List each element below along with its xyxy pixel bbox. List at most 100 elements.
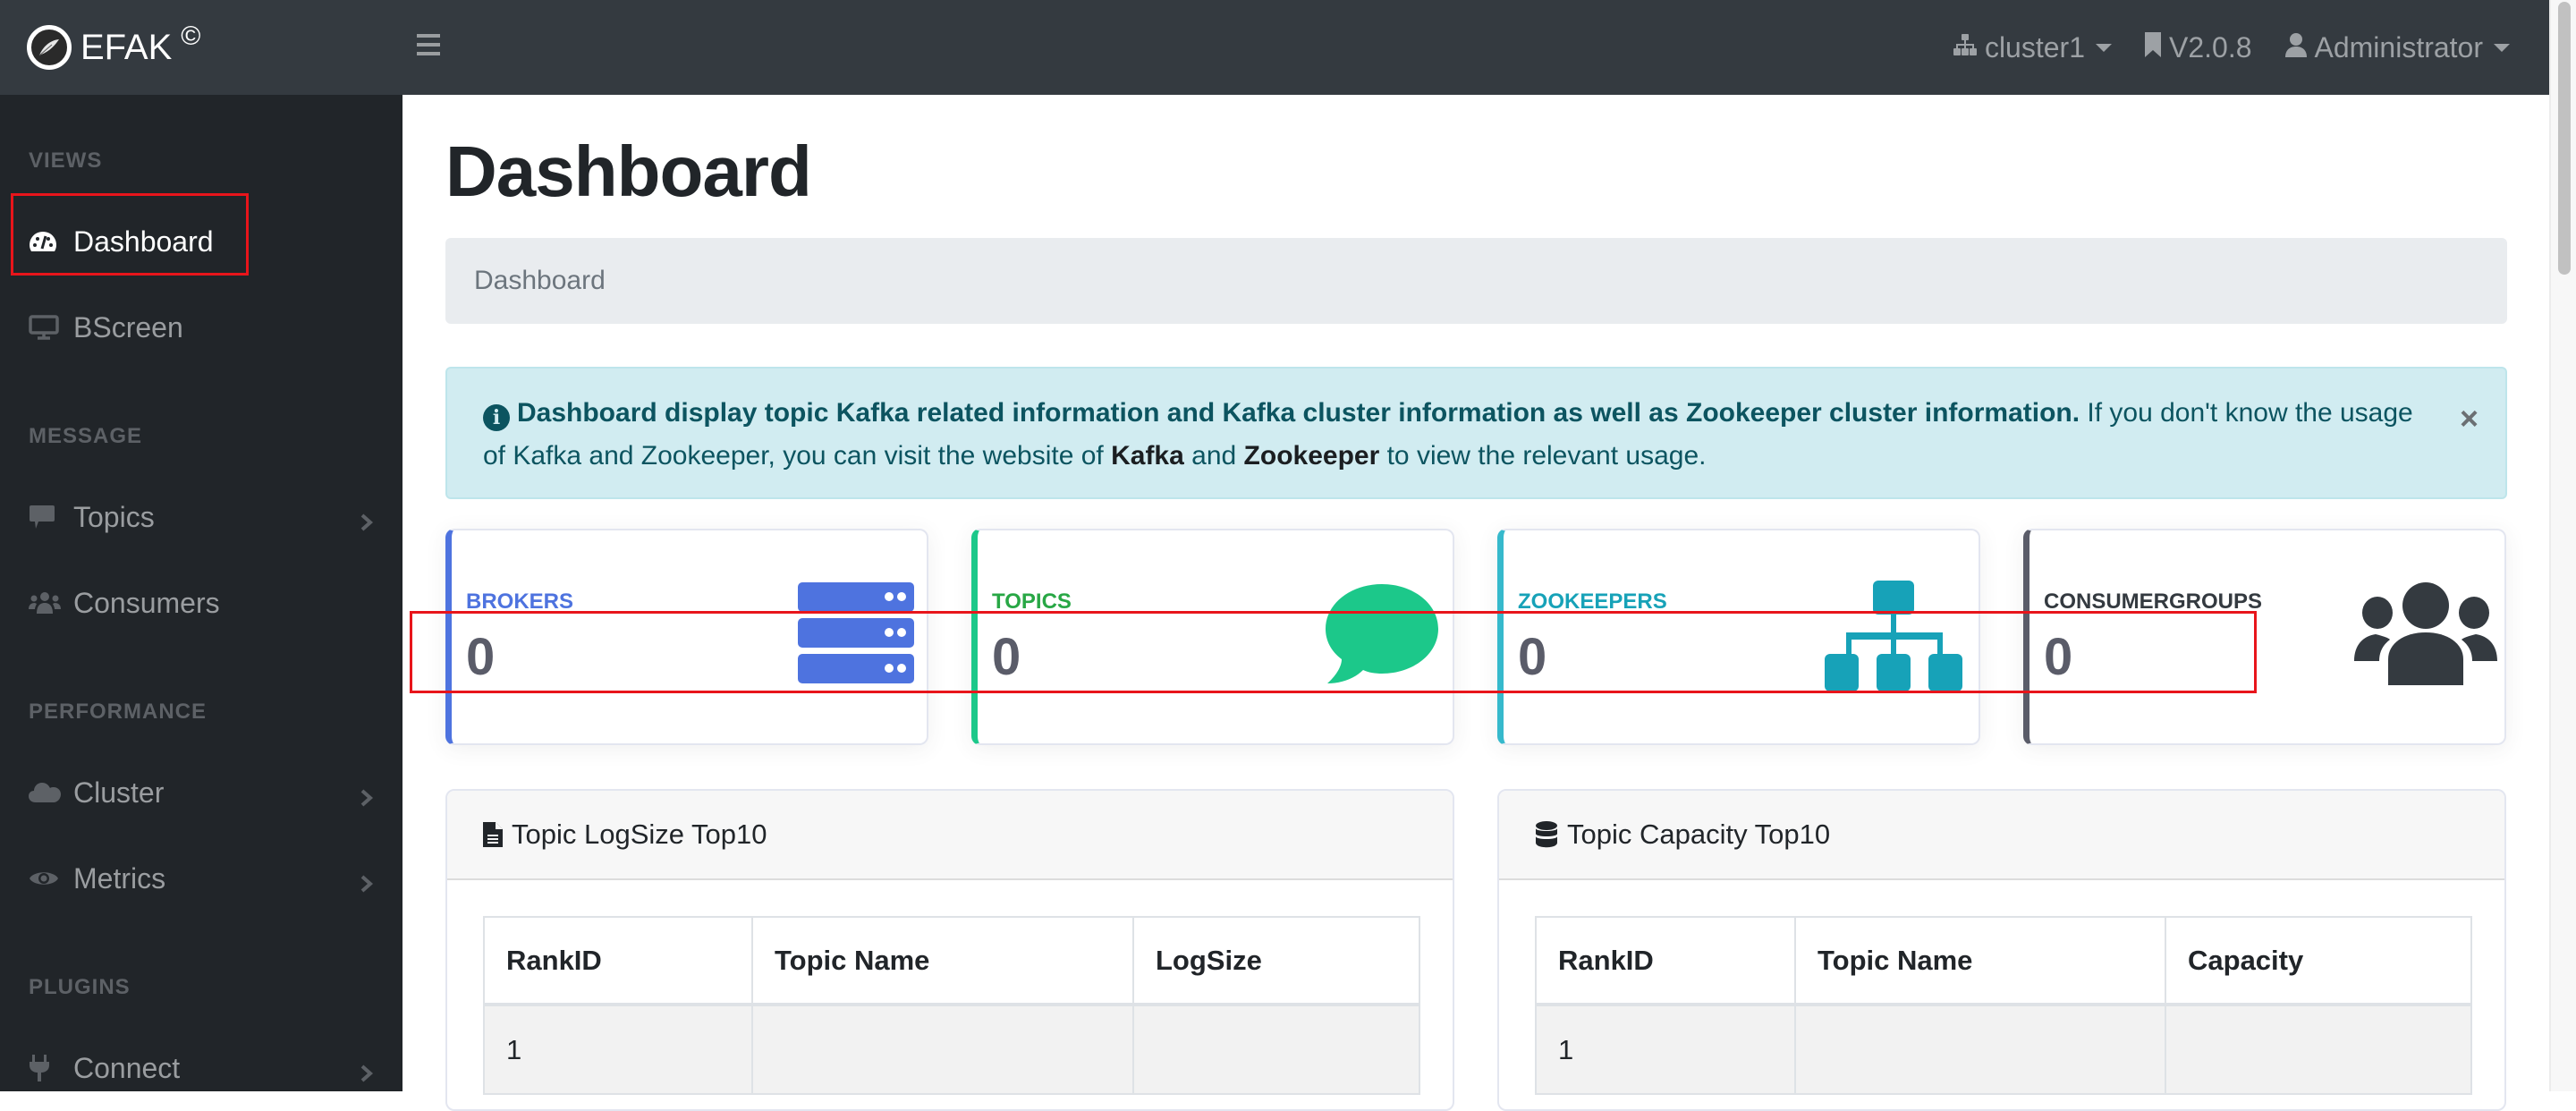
top-navbar: EFAK © cluster1 V2.0.8 Administrator [0,0,2549,95]
comment-icon [29,505,61,530]
stat-card-consumergroups[interactable]: CONSUMERGROUPS 0 [2023,529,2506,745]
stat-card-topics[interactable]: TOPICS 0 [971,529,1454,745]
brand-name: EFAK [80,27,173,67]
panel-topic-logsize: Topic LogSize Top10 RankID Topic Name Lo… [445,789,1454,1111]
table-cell [1132,1004,1420,1095]
user-icon [2284,31,2308,64]
sidebar-item-label: Dashboard [73,225,214,258]
database-icon [1535,821,1558,848]
panel-title: Topic LogSize Top10 [512,818,767,850]
sidebar-heading-views: VIEWS [29,148,103,173]
sidebar-item-metrics[interactable]: Metrics [29,852,377,905]
breadcrumb: Dashboard [445,238,2507,324]
version-link[interactable]: V2.0.8 [2144,31,2252,64]
feather-logo-icon [27,25,72,70]
breadcrumb-item[interactable]: Dashboard [474,266,606,296]
sidebar-item-label: BScreen [73,310,183,343]
stat-value: 0 [2044,628,2073,686]
sitemap-icon [1953,31,1978,64]
table-header-row: RankID Topic Name Capacity [1535,916,2472,1006]
navbar-right: cluster1 V2.0.8 Administrator [1953,0,2510,95]
column-header[interactable]: Topic Name [751,916,1134,1006]
page-title: Dashboard [445,131,812,211]
table-cell: 1 [483,1004,753,1095]
chevron-right-icon [360,1057,374,1090]
kafka-link[interactable]: Kafka [1111,441,1184,471]
stat-card-zookeepers[interactable]: ZOOKEEPERS 0 [1497,529,1980,745]
plug-icon [29,1055,61,1081]
sidebar-toggle-button[interactable] [417,34,440,55]
sidebar-item-label: Cluster [73,776,165,809]
sidebar-item-bscreen[interactable]: BScreen [29,301,377,354]
alert-text: and [1183,441,1244,471]
eye-icon [29,868,61,889]
logsize-table: RankID Topic Name LogSize 1 [483,916,1420,1095]
panel-title: Topic Capacity Top10 [1567,818,1831,850]
user-dropdown[interactable]: Administrator [2284,30,2510,64]
panel-header: Topic LogSize Top10 [447,791,1453,880]
table-cell: 1 [1535,1004,1796,1095]
table-cell [2165,1004,2472,1095]
brand[interactable]: EFAK © [27,0,200,95]
sidebar-item-label: Topics [73,500,155,533]
info-circle-icon: i [483,404,510,431]
table-cell [1794,1004,2166,1095]
hamburger-bar [417,43,440,47]
info-alert: i Dashboard display topic Kafka related i… [445,367,2507,499]
users-icon [2354,582,2497,690]
sidebar-heading-message: MESSAGE [29,424,143,448]
caret-down-icon [2095,43,2112,52]
alert-text: to view the relevant usage. [1379,441,1707,471]
sidebar-item-dashboard[interactable]: Dashboard [29,215,377,268]
tachometer-icon [29,230,61,253]
capacity-table: RankID Topic Name Capacity 1 [1535,916,2472,1095]
table-row: 1 [1535,1004,2472,1095]
stat-value: 0 [992,628,1021,686]
panel-header: Topic Capacity Top10 [1499,791,2504,880]
sidebar-item-cluster[interactable]: Cluster [29,766,377,819]
chevron-right-icon [360,782,374,815]
sidebar-item-topics[interactable]: Topics [29,490,377,544]
version-label: V2.0.8 [2168,30,2252,64]
sidebar-heading-plugins: PLUGINS [29,975,131,999]
desktop-icon [29,315,61,340]
sidebar-item-label: Consumers [73,586,220,619]
stat-card-brokers[interactable]: BROKERS 0 [445,529,928,745]
sitemap-icon [1823,581,1966,697]
table-row: 1 [483,1004,1420,1095]
hamburger-bar [417,52,440,55]
sidebar-item-label: Metrics [73,861,166,895]
table-cell [751,1004,1134,1095]
caret-down-icon [2494,43,2510,52]
stat-label: ZOOKEEPERS [1518,589,1667,614]
user-name: Administrator [2314,30,2484,64]
column-header[interactable]: RankID [483,916,753,1006]
server-icon [798,582,914,690]
stat-label: TOPICS [992,589,1072,614]
vertical-scrollbar[interactable] [2549,0,2576,1091]
sidebar: VIEWS Dashboard BScreen MESSAGE Topics C… [0,95,402,1091]
column-header[interactable]: LogSize [1132,916,1420,1006]
panel-topic-capacity: Topic Capacity Top10 RankID Topic Name C… [1497,789,2506,1111]
sidebar-item-consumers[interactable]: Consumers [29,576,377,630]
cluster-name: cluster1 [1984,30,2085,64]
table-header-row: RankID Topic Name LogSize [483,916,1420,1006]
column-header[interactable]: RankID [1535,916,1796,1006]
zookeeper-link[interactable]: Zookeeper [1244,441,1380,471]
hamburger-bar [417,34,440,38]
chevron-right-icon [360,868,374,901]
stat-value: 0 [466,628,496,686]
scrollbar-thumb[interactable] [2558,2,2571,275]
stat-label: CONSUMERGROUPS [2044,589,2263,614]
stat-label: BROKERS [466,589,574,614]
bookmark-icon [2144,31,2162,64]
column-header[interactable]: Capacity [2165,916,2472,1006]
cloud-icon [29,781,61,804]
sidebar-item-label: Connect [73,1051,181,1084]
close-icon[interactable]: × [2460,397,2479,440]
sidebar-item-connect[interactable]: Connect [29,1041,377,1095]
comment-icon [1324,582,1440,690]
column-header[interactable]: Topic Name [1794,916,2166,1006]
stat-value: 0 [1518,628,1547,686]
cluster-dropdown[interactable]: cluster1 [1953,31,2112,64]
